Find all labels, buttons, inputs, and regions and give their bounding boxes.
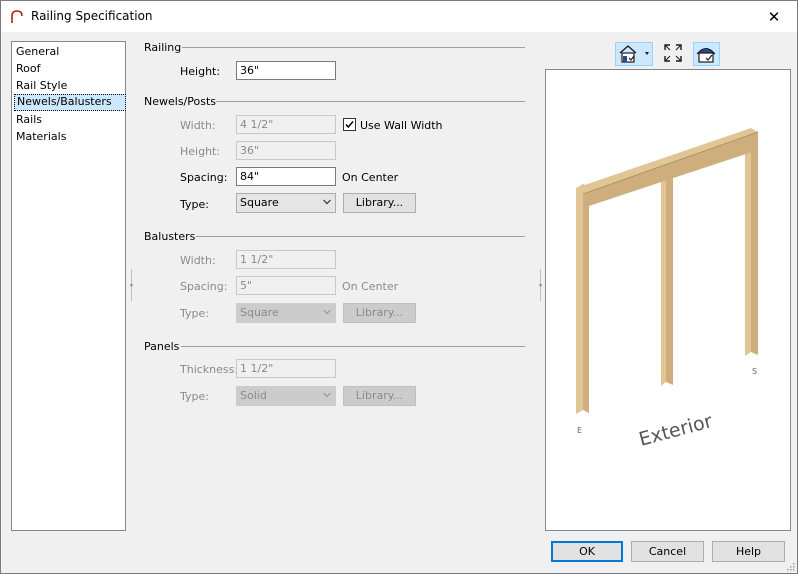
newel-type-label: Type:: [180, 198, 209, 211]
use-wall-width-label[interactable]: Use Wall Width: [360, 119, 443, 132]
nav-item-rails[interactable]: Rails: [14, 112, 44, 127]
newel-spacing-suffix: On Center: [342, 171, 399, 184]
baluster-type-select[interactable]: Square: [236, 303, 336, 323]
baluster-width-input[interactable]: 1 1/2": [236, 250, 336, 269]
ok-button[interactable]: OK: [551, 541, 623, 562]
railing-section-title: Railing: [144, 41, 182, 54]
baluster-type-value: Square: [240, 306, 279, 319]
window-title: Railing Specification: [31, 9, 153, 23]
close-icon: ✕: [767, 7, 781, 26]
railing-height-label: Height:: [180, 65, 221, 78]
nav-item-materials[interactable]: Materials: [14, 129, 68, 144]
use-wall-width-checkbox[interactable]: [343, 118, 356, 131]
nav-item-rail-style[interactable]: Rail Style: [14, 78, 69, 93]
railing-3d-preview: Exterior E S: [576, 128, 759, 451]
left-post: [583, 184, 589, 413]
show-room-button[interactable]: [693, 42, 720, 66]
railing-divider: [182, 47, 525, 48]
title-bar: Railing Specification ✕: [1, 1, 797, 32]
category-list: General Roof Rail Style Newels/Balusters…: [11, 41, 126, 531]
balusters-section-title: Balusters: [144, 230, 196, 243]
baluster-spacing-input[interactable]: 5": [236, 276, 336, 295]
railing-specification-dialog: Railing Specification ✕ General Roof Rai…: [0, 0, 798, 574]
newel-height-label: Height:: [180, 145, 221, 158]
panel-type-value: Solid: [240, 389, 267, 402]
panel-thickness-label: Thickness:: [180, 363, 239, 376]
balusters-divider: [196, 236, 525, 237]
right-post-face: [745, 130, 751, 356]
newels-divider: [216, 101, 525, 102]
right-letter-label: S: [752, 367, 757, 376]
baluster-spacing-label: Spacing:: [180, 280, 228, 293]
railing-height-input[interactable]: 36": [236, 61, 336, 80]
newel-width-label: Width:: [180, 119, 216, 132]
checkmark-icon: [345, 121, 354, 129]
show-room-icon: [696, 48, 716, 63]
chevron-down-icon: [323, 309, 331, 315]
newel-width-input[interactable]: 4 1/2": [236, 115, 336, 134]
fit-to-window-button[interactable]: [662, 42, 686, 66]
view-options-icon: [619, 45, 649, 63]
nav-item-newels-balusters[interactable]: Newels/Balusters: [14, 94, 126, 111]
baluster-spacing-suffix: On Center: [342, 280, 399, 293]
newel-type-select[interactable]: Square: [236, 193, 336, 213]
right-post: [751, 130, 758, 355]
newel-spacing-input[interactable]: 84": [236, 167, 336, 186]
chevron-down-icon: [323, 392, 331, 398]
railing-preview[interactable]: Exterior E S: [545, 69, 791, 531]
view-options-button[interactable]: [615, 42, 653, 66]
baluster-library-button[interactable]: Library...: [343, 303, 416, 323]
baluster-type-label: Type:: [180, 307, 209, 320]
panel-type-select[interactable]: Solid: [236, 386, 336, 406]
nav-item-roof[interactable]: Roof: [14, 61, 42, 76]
newel-library-button[interactable]: Library...: [343, 193, 416, 213]
newel-spacing-label: Spacing:: [180, 171, 228, 184]
railing-app-icon: [11, 10, 23, 23]
middle-post-face: [661, 174, 666, 386]
baluster-width-label: Width:: [180, 254, 216, 267]
close-button[interactable]: ✕: [751, 1, 797, 32]
left-splitter-grip[interactable]: [130, 269, 133, 301]
cancel-button[interactable]: Cancel: [631, 541, 704, 562]
exterior-label: Exterior: [637, 410, 715, 451]
newel-height-input[interactable]: 36": [236, 141, 336, 160]
panel-type-label: Type:: [180, 390, 209, 403]
panel-thickness-input[interactable]: 1 1/2": [236, 359, 336, 378]
panels-section-title: Panels: [144, 340, 180, 353]
panel-library-button[interactable]: Library...: [343, 386, 416, 406]
newel-type-value: Square: [240, 196, 279, 209]
resize-grip-icon[interactable]: [785, 561, 795, 571]
newels-section-title: Newels/Posts: [144, 95, 216, 108]
right-splitter-grip[interactable]: [539, 269, 542, 301]
chevron-down-icon: [323, 199, 331, 205]
panels-divider: [181, 346, 525, 347]
left-letter-label: E: [577, 426, 582, 435]
fit-to-window-icon: [664, 44, 682, 62]
middle-post: [666, 174, 673, 385]
help-button[interactable]: Help: [712, 541, 785, 562]
left-post-face: [576, 184, 583, 414]
nav-item-general[interactable]: General: [14, 44, 61, 59]
